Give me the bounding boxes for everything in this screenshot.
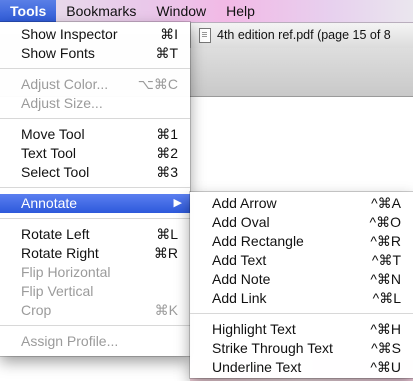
menu-item-label: Rotate Left <box>21 226 90 242</box>
menu-item-add-rectangle[interactable]: Add Rectangle ^⌘R <box>190 232 413 251</box>
menu-item-label: Text Tool <box>21 145 76 161</box>
menu-item-shortcut: ⌘L <box>156 226 178 242</box>
menu-item-shortcut: ⌘T <box>155 45 178 61</box>
menu-item-show-inspector[interactable]: Show Inspector ⌘I <box>0 25 190 44</box>
menu-item-highlight-text[interactable]: Highlight Text ^⌘H <box>190 320 413 339</box>
menu-item-add-oval[interactable]: Add Oval ^⌘O <box>190 213 413 232</box>
menu-item-shortcut: ^⌘S <box>371 340 401 356</box>
menu-item-shortcut: ^⌘O <box>369 214 401 230</box>
menu-item-adjust-size: Adjust Size... <box>0 94 190 113</box>
menubar-bookmarks[interactable]: Bookmarks <box>56 0 146 22</box>
menu-item-shortcut: ⌘R <box>153 245 178 261</box>
menu-item-add-arrow[interactable]: Add Arrow ^⌘A <box>190 194 413 213</box>
pdf-document-icon <box>199 27 211 43</box>
menu-separator <box>0 118 190 119</box>
menu-item-shortcut: ⌘1 <box>156 126 178 142</box>
menu-item-shortcut: ⌘2 <box>156 145 178 161</box>
menu-item-strike-through-text[interactable]: Strike Through Text ^⌘S <box>190 339 413 358</box>
menu-item-label: Add Arrow <box>212 195 277 211</box>
menu-item-label: Flip Vertical <box>21 283 94 299</box>
menu-item-label: Show Fonts <box>21 45 95 61</box>
menu-item-label: Add Text <box>212 252 267 268</box>
menu-item-annotate[interactable]: Annotate ▶ <box>0 194 190 213</box>
menu-item-label: Select Tool <box>21 164 90 180</box>
menu-item-shortcut: ⌘I <box>160 26 178 42</box>
menu-item-shortcut: ^⌘H <box>370 321 401 337</box>
menu-item-label: Highlight Text <box>212 321 296 337</box>
menu-item-label: Flip Horizontal <box>21 264 111 280</box>
menubar-window[interactable]: Window <box>146 0 216 22</box>
menu-separator <box>0 68 190 69</box>
document-tab[interactable]: 4th edition ref.pdf (page 15 of 8 <box>190 22 413 48</box>
menu-item-add-text[interactable]: Add Text ^⌘T <box>190 251 413 270</box>
menu-item-label: Underline Text <box>212 359 302 375</box>
menu-item-label: Annotate <box>21 195 78 211</box>
menu-separator <box>0 187 190 188</box>
menu-item-label: Add Link <box>212 290 267 306</box>
menu-item-shortcut: ^⌘N <box>370 271 401 287</box>
menu-item-label: Strike Through Text <box>212 340 333 356</box>
menu-item-label: Assign Profile... <box>21 333 119 349</box>
menubar-help[interactable]: Help <box>216 0 265 22</box>
menu-item-label: Show Inspector <box>21 26 118 42</box>
menu-item-label: Add Oval <box>212 214 270 230</box>
menu-separator <box>190 313 413 314</box>
menu-item-underline-text[interactable]: Underline Text ^⌘U <box>190 358 413 377</box>
menubar-tools[interactable]: Tools <box>0 0 57 22</box>
tools-menu: Show Inspector ⌘I Show Fonts ⌘T Adjust C… <box>0 22 190 356</box>
menu-item-shortcut: ⌥⌘C <box>137 76 178 92</box>
menu-item-show-fonts[interactable]: Show Fonts ⌘T <box>0 44 190 63</box>
menu-item-label: Add Note <box>212 271 271 287</box>
menu-item-select-tool[interactable]: Select Tool ⌘3 <box>0 163 190 182</box>
menu-item-crop: Crop ⌘K <box>0 301 190 320</box>
annotate-submenu: Add Arrow ^⌘A Add Oval ^⌘O Add Rectangle… <box>190 192 413 378</box>
document-tab-title: 4th edition ref.pdf (page 15 of 8 <box>217 28 391 42</box>
menu-item-shortcut: ⌘3 <box>156 164 178 180</box>
menu-item-adjust-color: Adjust Color... ⌥⌘C <box>0 75 190 94</box>
menu-item-add-link[interactable]: Add Link ^⌘L <box>190 289 413 308</box>
menu-item-text-tool[interactable]: Text Tool ⌘2 <box>0 144 190 163</box>
menu-item-rotate-left[interactable]: Rotate Left ⌘L <box>0 225 190 244</box>
menu-item-label: Adjust Size... <box>21 95 103 111</box>
menu-item-move-tool[interactable]: Move Tool ⌘1 <box>0 125 190 144</box>
menu-item-shortcut: ^⌘T <box>371 252 401 268</box>
menu-item-shortcut: ^⌘A <box>371 195 401 211</box>
menu-item-flip-horizontal: Flip Horizontal <box>0 263 190 282</box>
menu-separator <box>0 325 190 326</box>
menu-item-label: Crop <box>21 302 52 318</box>
menu-item-add-note[interactable]: Add Note ^⌘N <box>190 270 413 289</box>
menu-separator <box>0 218 190 219</box>
menu-item-label: Move Tool <box>21 126 85 142</box>
menu-item-rotate-right[interactable]: Rotate Right ⌘R <box>0 244 190 263</box>
menu-item-shortcut: ⌘K <box>154 302 178 318</box>
menu-bar: Tools Bookmarks Window Help <box>0 0 413 23</box>
menu-item-shortcut: ^⌘L <box>372 290 401 306</box>
menu-item-label: Adjust Color... <box>21 76 109 92</box>
menu-item-label: Rotate Right <box>21 245 99 261</box>
menu-item-assign-profile: Assign Profile... <box>0 332 190 351</box>
menu-item-shortcut: ^⌘R <box>370 233 401 249</box>
menu-item-shortcut: ^⌘U <box>370 359 401 375</box>
menu-item-flip-vertical: Flip Vertical <box>0 282 190 301</box>
submenu-arrow-icon: ▶ <box>173 197 182 209</box>
menu-item-label: Add Rectangle <box>212 233 304 249</box>
